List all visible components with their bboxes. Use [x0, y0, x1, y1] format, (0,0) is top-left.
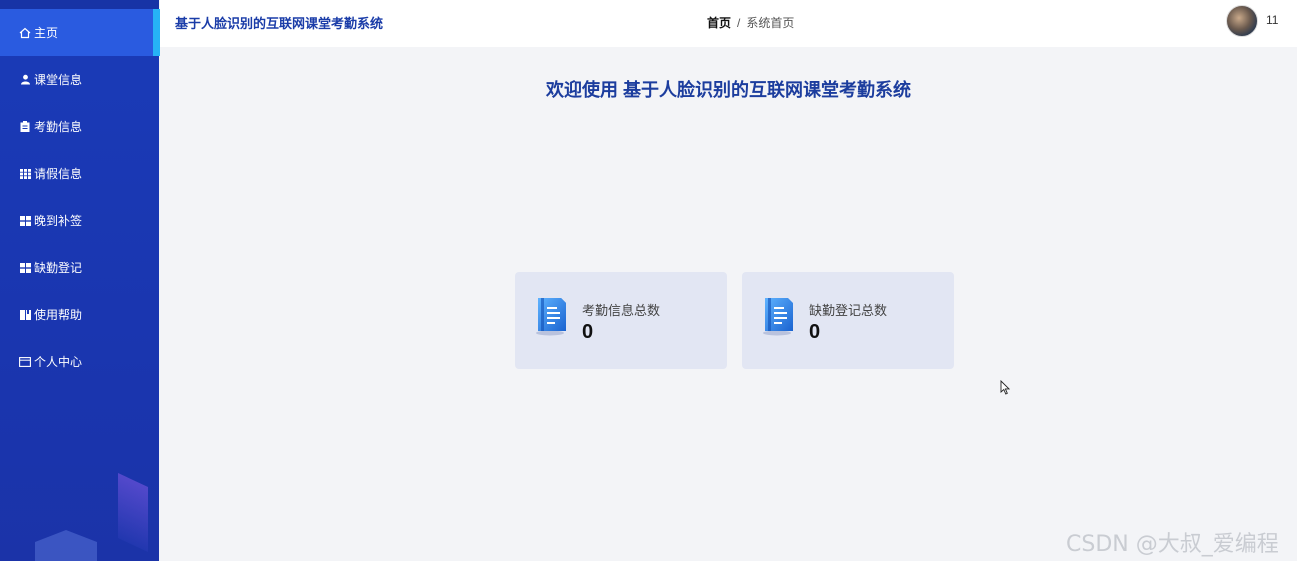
- avatar[interactable]: [1226, 5, 1258, 37]
- stat-label: 考勤信息总数: [582, 303, 661, 318]
- sidebar-item-late-signin[interactable]: 晚到补签: [0, 197, 159, 244]
- sidebar-item-label: 请假信息: [34, 167, 83, 181]
- sidebar-item-profile[interactable]: 个人中心: [0, 338, 159, 385]
- book-icon: [18, 309, 32, 320]
- clipboard-icon: [18, 121, 32, 132]
- sidebar-item-help[interactable]: 使用帮助: [0, 291, 159, 338]
- sidebar-item-home[interactable]: 主页: [0, 9, 159, 56]
- sidebar-item-leave[interactable]: 请假信息: [0, 150, 159, 197]
- app-title: 基于人脸识别的互联网课堂考勤系统: [175, 16, 384, 31]
- sidebar-item-label: 课堂信息: [34, 73, 83, 87]
- stat-label: 缺勤登记总数: [809, 303, 888, 318]
- document-icon: [762, 296, 796, 336]
- sidebar-item-classroom[interactable]: 课堂信息: [0, 56, 159, 103]
- sidebar-item-label: 使用帮助: [34, 308, 83, 322]
- sidebar-decoration: [118, 473, 148, 552]
- stat-card-absence: 缺勤登记总数 0: [742, 272, 954, 369]
- breadcrumb-home-link[interactable]: 首页: [707, 16, 731, 30]
- home-icon: [18, 27, 32, 39]
- top-header: 基于人脸识别的互联网课堂考勤系统 首页 / 系统首页 11: [160, 0, 1297, 47]
- sidebar-item-label: 个人中心: [34, 355, 83, 369]
- active-indicator: [153, 9, 160, 56]
- grid-icon: [18, 168, 32, 179]
- mouse-pointer-icon: [1000, 379, 1011, 398]
- sidebar-top-strip: [0, 0, 159, 9]
- sidebar-item-attendance[interactable]: 考勤信息: [0, 103, 159, 150]
- sidebar-item-label: 缺勤登记: [34, 261, 83, 275]
- stat-card-attendance: 考勤信息总数 0: [515, 272, 727, 369]
- id-card-icon: [18, 356, 32, 367]
- document-icon: [535, 296, 569, 336]
- breadcrumb: 首页 / 系统首页: [707, 14, 794, 31]
- sidebar-item-label: 主页: [34, 26, 59, 40]
- sidebar: 主页 课堂信息 考勤信息 请假信息 晚到补签 缺勤登记 使用帮助 个人中心: [0, 0, 159, 561]
- welcome-title: 欢迎使用 基于人脸识别的互联网课堂考勤系统: [546, 80, 911, 100]
- breadcrumb-separator: /: [737, 16, 741, 30]
- sidebar-decoration: [35, 530, 97, 561]
- user-name[interactable]: 11: [1266, 13, 1278, 27]
- sidebar-item-absence[interactable]: 缺勤登记: [0, 244, 159, 291]
- sidebar-item-label: 晚到补签: [34, 214, 83, 228]
- apps-icon: [18, 262, 32, 273]
- sidebar-item-label: 考勤信息: [34, 120, 83, 134]
- stat-value: 0: [809, 321, 821, 343]
- watermark: CSDN @大叔_爱编程: [1066, 532, 1279, 557]
- apps-icon: [18, 215, 32, 226]
- breadcrumb-current: 系统首页: [746, 16, 795, 30]
- user-icon: [18, 74, 32, 85]
- stat-value: 0: [582, 321, 594, 343]
